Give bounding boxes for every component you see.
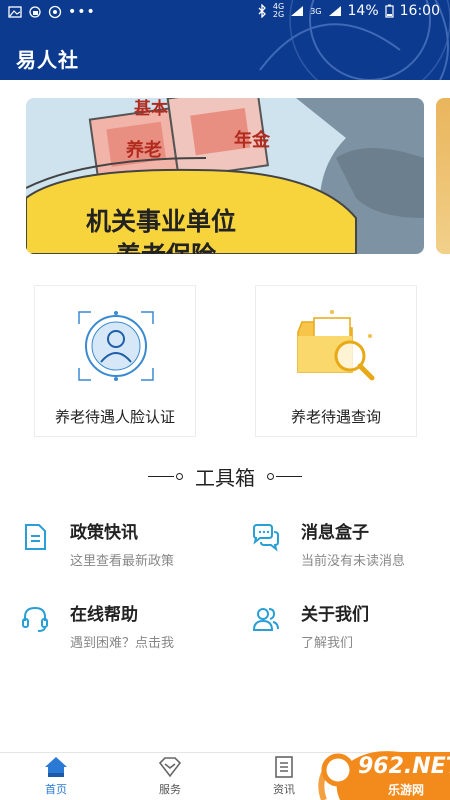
face-auth-card[interactable]: 养老待遇人脸认证 [34, 285, 196, 437]
watermark-text: 962.NET [358, 754, 450, 779]
banner-next-slide[interactable] [436, 98, 450, 254]
nav-services-label: 服务 [159, 783, 181, 796]
clock: 16:00 [399, 3, 440, 19]
signal-icon [291, 6, 304, 16]
home-icon [45, 757, 67, 777]
app-title: 易人社 [16, 48, 79, 72]
nav-news-label: 资讯 [273, 783, 295, 796]
tool-subtitle: 当前没有未读消息 [301, 554, 406, 569]
nav-news[interactable]: 资讯 [254, 755, 314, 797]
tool-subtitle: 了解我们 [301, 636, 354, 651]
divider-dot [267, 473, 274, 480]
folder-search-icon [292, 306, 382, 386]
battery-icon [385, 4, 394, 18]
status-bar: ••• 4G 2G 3G 14% 16:00 [0, 0, 450, 26]
network2-indicator: 3G [310, 6, 322, 16]
chat-bubbles-icon [253, 524, 279, 552]
gallery-icon [8, 6, 22, 18]
network-indicator: 4G 2G [272, 2, 285, 19]
divider-line [276, 476, 302, 477]
pension-query-card[interactable]: 养老待遇查询 [255, 285, 417, 437]
more-notifications-icon: ••• [68, 4, 96, 20]
toolbox-title-text: 工具箱 [195, 466, 255, 490]
face-recognition-icon [71, 306, 161, 386]
users-icon [252, 608, 279, 631]
diamond-icon [158, 757, 182, 778]
tool-title: 政策快讯 [70, 523, 138, 543]
divider-line [148, 476, 174, 477]
tool-subtitle: 遇到困难？点击我 [70, 636, 175, 651]
banner-carousel[interactable]: 基本 养老 年金 机关事业单位 养老保险 [0, 98, 450, 254]
signal2-icon [328, 6, 341, 16]
banner-subheadline: 养老保险 [116, 236, 216, 254]
tool-policy-news[interactable]: 政策快讯 这里查看最新政策 [20, 518, 230, 578]
app-header: ••• 4G 2G 3G 14% 16:00 易人社 [0, 0, 450, 80]
banner-headline: 机关事业单位 [86, 207, 237, 236]
face-auth-label: 养老待遇人脸认证 [54, 408, 175, 426]
document-icon [25, 524, 46, 550]
tool-title: 消息盒子 [301, 523, 369, 543]
tool-message-box[interactable]: 消息盒子 当前没有未读消息 [251, 518, 450, 578]
banner-tag-annuity: 年金 [234, 130, 270, 151]
pension-query-label: 养老待遇查询 [290, 408, 381, 426]
tool-title: 关于我们 [301, 605, 369, 625]
battery-percent: 14% [347, 3, 379, 19]
tool-online-help[interactable]: 在线帮助 遇到困难？点击我 [20, 600, 230, 660]
sync-icon [29, 6, 41, 18]
tool-title: 在线帮助 [70, 605, 138, 625]
banner-slide[interactable]: 基本 养老 年金 机关事业单位 养老保险 [26, 98, 424, 254]
bluetooth-icon [258, 4, 266, 18]
nav-home[interactable]: 首页 [26, 755, 86, 797]
news-list-icon [275, 756, 293, 778]
nav-home-label: 首页 [45, 783, 67, 796]
headset-icon [22, 606, 48, 632]
banner-tag-basic: 基本 [134, 99, 168, 119]
banner-tag-pension: 养老 [126, 140, 162, 161]
toolbox-title: 工具箱 [0, 462, 450, 491]
watermark-subtext: 乐游网 [388, 783, 425, 797]
divider-dot [176, 473, 183, 480]
nav-services[interactable]: 服务 [140, 755, 200, 797]
tool-subtitle: 这里查看最新政策 [70, 554, 175, 569]
timer-icon [48, 5, 62, 19]
tool-about-us[interactable]: 关于我们 了解我们 [251, 600, 450, 660]
